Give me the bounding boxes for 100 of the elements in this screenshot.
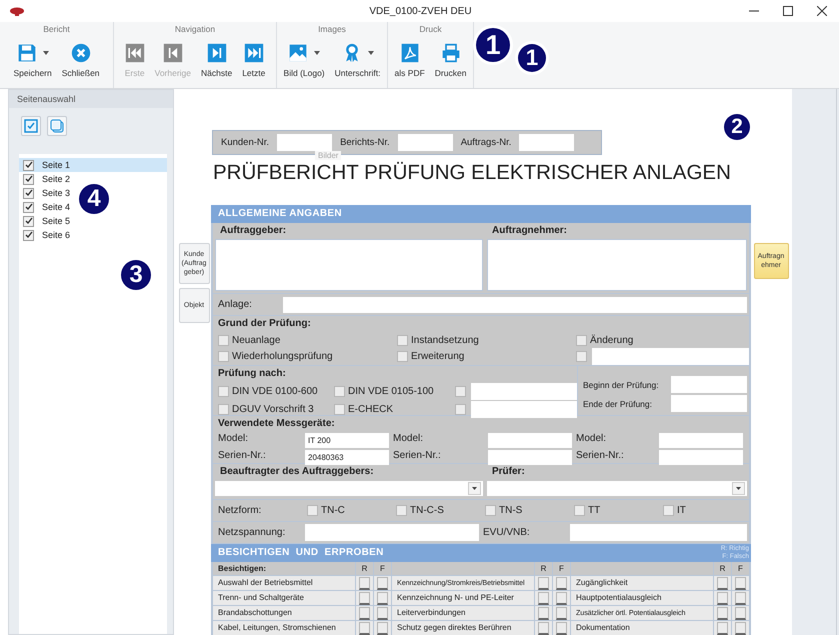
text-field[interactable] bbox=[398, 134, 453, 151]
checkbox[interactable] bbox=[538, 576, 549, 590]
skip-first-icon bbox=[124, 43, 145, 63]
group-label: Bericht bbox=[43, 23, 70, 36]
ribbon-button[interactable]: Bild (Logo) bbox=[282, 38, 327, 78]
checkbox[interactable] bbox=[574, 505, 585, 516]
checkbox[interactable] bbox=[397, 350, 408, 362]
checkbox[interactable] bbox=[218, 334, 229, 346]
checkbox[interactable] bbox=[218, 404, 229, 414]
field-label: Netzform: bbox=[218, 505, 262, 516]
checkbox[interactable] bbox=[23, 202, 34, 212]
checkbox[interactable] bbox=[556, 576, 567, 590]
ribbon-button[interactable]: Schließen bbox=[60, 38, 102, 78]
text-field[interactable] bbox=[471, 400, 577, 418]
checkbox[interactable] bbox=[359, 592, 370, 604]
checkbox[interactable] bbox=[485, 505, 496, 516]
page-label: Seite 6 bbox=[42, 230, 70, 240]
ribbon-button[interactable]: Letzte bbox=[240, 38, 268, 78]
page-list-item[interactable]: Seite 6 bbox=[19, 228, 77, 242]
checkbox[interactable] bbox=[377, 606, 388, 620]
page-list-item[interactable]: Seite 3 bbox=[19, 186, 77, 200]
checkbox[interactable] bbox=[359, 576, 370, 590]
deselect-all-button[interactable] bbox=[47, 116, 67, 136]
maximize-icon[interactable] bbox=[783, 6, 793, 16]
checkbox[interactable] bbox=[717, 592, 728, 604]
checkbox[interactable] bbox=[538, 622, 549, 634]
date-field[interactable] bbox=[671, 395, 747, 412]
column-header: F bbox=[374, 562, 391, 575]
checkbox[interactable] bbox=[538, 606, 549, 620]
checkbox[interactable] bbox=[396, 505, 407, 516]
checkbox[interactable] bbox=[455, 404, 466, 414]
text-field[interactable] bbox=[570, 524, 747, 541]
page-list-item[interactable]: Seite 4 bbox=[19, 200, 77, 214]
checkbox[interactable] bbox=[397, 334, 408, 346]
checkbox[interactable] bbox=[735, 592, 746, 604]
text-field[interactable] bbox=[488, 450, 572, 465]
checkbox[interactable] bbox=[717, 576, 728, 590]
checkbox[interactable] bbox=[377, 622, 388, 634]
checkbox[interactable] bbox=[556, 606, 567, 620]
checkbox[interactable] bbox=[218, 350, 229, 362]
checkbox[interactable] bbox=[538, 592, 549, 604]
group-label: Images bbox=[318, 23, 346, 36]
checkbox[interactable] bbox=[663, 505, 674, 516]
date-field[interactable] bbox=[671, 376, 747, 393]
ribbon-button[interactable]: Unterschrift: bbox=[332, 38, 382, 78]
text-field[interactable] bbox=[283, 296, 747, 312]
select-all-button[interactable] bbox=[21, 116, 41, 136]
checkbox[interactable] bbox=[556, 622, 567, 634]
checkbox[interactable] bbox=[377, 576, 388, 590]
field-label: Model: bbox=[218, 433, 250, 446]
text-field[interactable]: IT 200 bbox=[305, 433, 389, 448]
ribbon-button[interactable]: Drucken bbox=[432, 38, 468, 78]
page-list-item[interactable]: Seite 1 bbox=[19, 158, 167, 172]
text-field[interactable]: 20480363 bbox=[305, 450, 389, 465]
table-cell: Schutz gegen direktes Berühren bbox=[392, 621, 534, 635]
close-icon[interactable] bbox=[817, 6, 827, 16]
checkbox[interactable] bbox=[218, 386, 229, 396]
page-list-item[interactable]: Seite 2 bbox=[19, 172, 77, 186]
checkbox[interactable] bbox=[735, 606, 746, 620]
checkbox[interactable] bbox=[334, 386, 345, 396]
checkbox[interactable] bbox=[307, 505, 318, 516]
text-field[interactable] bbox=[471, 382, 577, 400]
text-field[interactable] bbox=[519, 134, 574, 151]
checkbox[interactable] bbox=[23, 174, 34, 184]
text-area[interactable] bbox=[487, 239, 747, 291]
checkbox[interactable] bbox=[455, 386, 466, 396]
checkbox[interactable] bbox=[359, 606, 370, 620]
text-area[interactable] bbox=[215, 239, 483, 291]
dropdown-field[interactable] bbox=[215, 481, 483, 496]
ribbon-button[interactable]: Speichern bbox=[11, 38, 54, 78]
option-label: TN-C bbox=[321, 505, 345, 516]
text-field[interactable] bbox=[488, 433, 572, 448]
ribbon-button[interactable]: als PDF bbox=[392, 38, 427, 78]
text-field[interactable] bbox=[305, 524, 479, 541]
page-list-item[interactable]: Seite 5 bbox=[19, 214, 77, 228]
checkbox[interactable] bbox=[23, 216, 34, 226]
checkbox[interactable] bbox=[23, 160, 34, 170]
checkbox[interactable] bbox=[556, 592, 567, 604]
text-field[interactable] bbox=[659, 433, 743, 448]
text-field[interactable] bbox=[277, 134, 332, 151]
checkbox[interactable] bbox=[377, 592, 388, 604]
column-header: R bbox=[356, 562, 373, 575]
text-field[interactable] bbox=[592, 348, 749, 364]
checkbox[interactable] bbox=[735, 622, 746, 634]
number-badge: 2 bbox=[724, 114, 750, 140]
checkbox[interactable] bbox=[23, 230, 34, 240]
group-label: Navigation bbox=[174, 23, 216, 36]
checkbox[interactable] bbox=[576, 350, 587, 362]
checkbox[interactable] bbox=[735, 576, 746, 590]
checkbox[interactable] bbox=[717, 622, 728, 634]
checkbox[interactable] bbox=[334, 404, 345, 414]
option-label: Wiederholungsprüfung bbox=[232, 350, 333, 362]
checkbox[interactable] bbox=[717, 606, 728, 620]
checkbox[interactable] bbox=[359, 622, 370, 634]
dropdown-field[interactable] bbox=[487, 481, 747, 496]
field-label: Model: bbox=[576, 433, 608, 446]
ribbon-button[interactable]: Nächste bbox=[199, 38, 234, 78]
checkbox[interactable] bbox=[23, 188, 34, 198]
checkbox[interactable] bbox=[576, 334, 587, 346]
text-field[interactable] bbox=[659, 450, 743, 465]
